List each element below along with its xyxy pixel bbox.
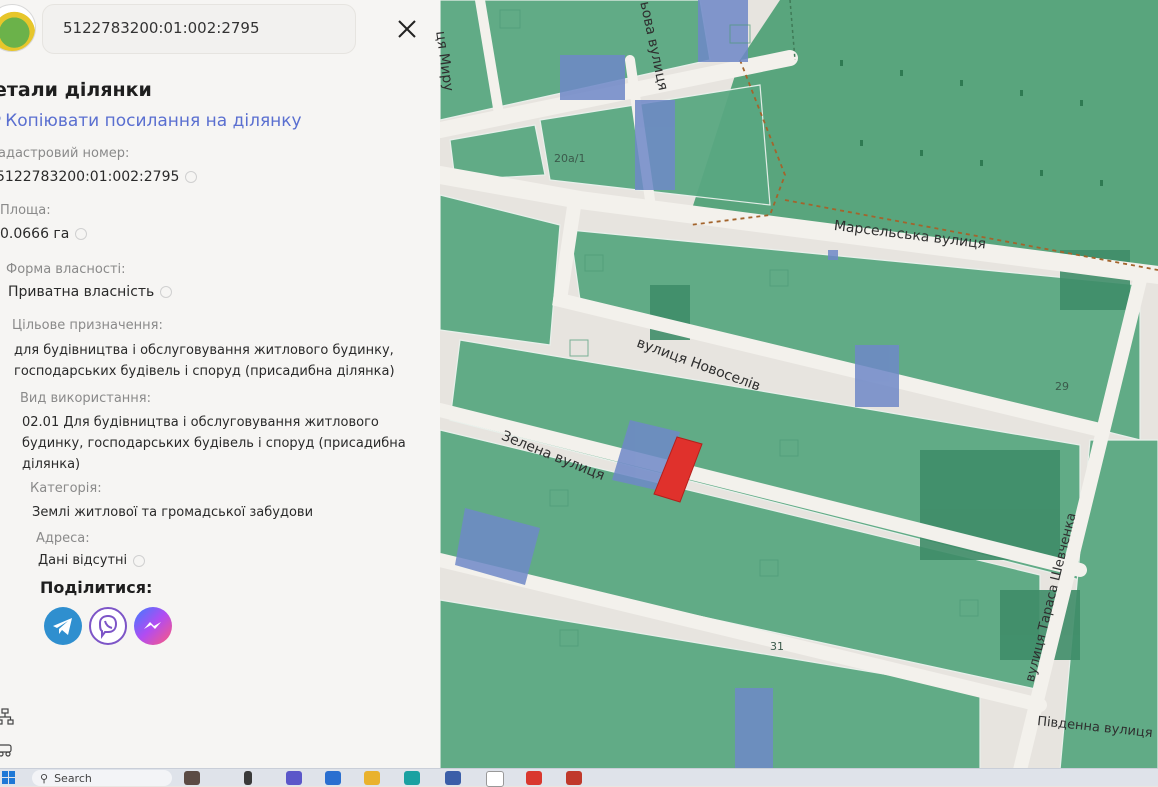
link-icon: ⁾ <box>0 114 1 129</box>
ownership-value-text: Приватна власність <box>8 284 155 300</box>
share-title: Поділитися: <box>40 578 153 597</box>
cadastral-map[interactable]: ця Миру ьова вулиця Марсельська вулиця в… <box>431 0 1158 777</box>
map-canvas[interactable] <box>431 0 1158 777</box>
copy-icon[interactable] <box>133 554 146 567</box>
parcel-details-panel: 5122783200:01:002:2795 етали ділянки ⁾ К… <box>0 0 446 768</box>
copy-link-button[interactable]: ⁾ Копіювати посилання на ділянку <box>0 111 302 131</box>
close-button[interactable] <box>392 14 422 44</box>
taskbar-app-icon[interactable] <box>404 771 420 785</box>
category-label: Категорія: <box>30 481 102 496</box>
address-value: Дані відсутні <box>38 550 146 571</box>
usage-value: 02.01 Для будівництва і обслуговування ж… <box>22 415 406 472</box>
house-number: 20а/1 <box>554 152 586 165</box>
folder-icon[interactable] <box>364 771 380 785</box>
taskbar-app-icon[interactable] <box>244 771 252 785</box>
purpose-value: для будівництва і обслуговування житлово… <box>14 343 395 379</box>
address-label: Адреса: <box>36 531 90 546</box>
copy-icon[interactable] <box>160 286 173 298</box>
telegram-icon <box>53 618 72 635</box>
cadastral-search-value[interactable]: 5122783200:01:002:2795 <box>63 19 260 37</box>
address-value-text: Дані відсутні <box>38 553 128 568</box>
messenger-icon <box>144 622 161 629</box>
ownership-label: Форма власності: <box>6 262 126 277</box>
taskbar-app-icon[interactable] <box>325 771 341 785</box>
copy-icon[interactable] <box>75 228 88 240</box>
taskbar-search[interactable]: ⚲ Search <box>32 770 172 786</box>
area-value: 0.0666 га <box>0 224 88 245</box>
ownership-value: Приватна власність <box>8 282 173 303</box>
viber-icon <box>98 614 118 639</box>
close-icon <box>398 20 416 38</box>
cadastral-search-box[interactable]: 5122783200:01:002:2795 <box>42 4 356 54</box>
cadastral-label: адастровий номер: <box>0 146 130 161</box>
taskbar-app-icon[interactable] <box>445 771 461 785</box>
cadastral-value-text: 5122783200:01:002:2795 <box>0 169 180 185</box>
share-messenger-button[interactable] <box>134 607 172 645</box>
area-value-text: 0.0666 га <box>0 226 70 242</box>
app-logo[interactable] <box>0 4 36 52</box>
taskbar-app-icon[interactable] <box>184 771 200 785</box>
taskbar-app-icon[interactable] <box>566 771 582 785</box>
house-number: 29 <box>1055 380 1069 393</box>
vehicle-icon[interactable] <box>0 740 14 758</box>
house-number: 31 <box>770 640 784 653</box>
search-icon: ⚲ <box>40 771 49 785</box>
taskbar-app-icon[interactable] <box>286 771 302 785</box>
taskbar: ⚲ Search <box>0 768 1158 787</box>
share-telegram-button[interactable] <box>44 607 82 645</box>
sitemap-icon[interactable] <box>0 708 14 726</box>
area-label: Площа: <box>0 203 51 218</box>
taskbar-search-label: Search <box>54 771 92 785</box>
taskbar-app-icon[interactable] <box>526 771 542 785</box>
cadastral-value: 5122783200:01:002:2795 <box>0 167 198 188</box>
usage-label: Вид використання: <box>20 391 151 406</box>
category-value: Землі житлової та громадської забудови <box>32 505 314 520</box>
panel-title: етали ділянки <box>0 79 152 101</box>
windows-start-icon[interactable] <box>2 771 16 785</box>
share-viber-button[interactable] <box>89 607 127 645</box>
copy-icon[interactable] <box>185 171 198 183</box>
purpose-label: Цільове призначення: <box>12 318 163 333</box>
copy-link-label: Копіювати посилання на ділянку <box>5 111 302 131</box>
